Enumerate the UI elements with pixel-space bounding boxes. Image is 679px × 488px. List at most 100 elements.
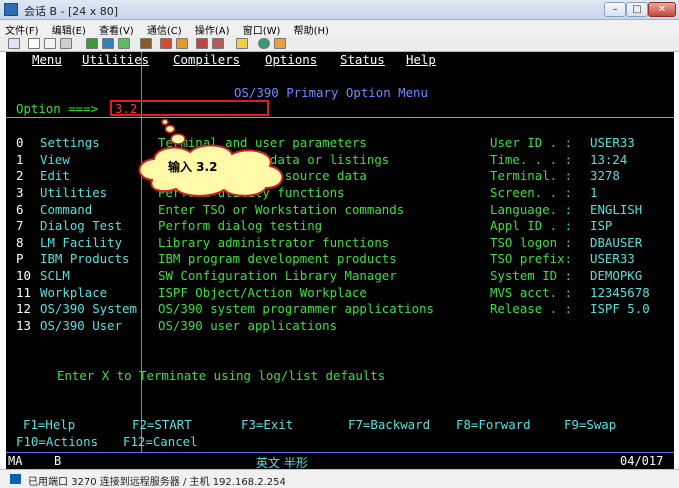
terminal-screen[interactable]: Menu Utilities Compilers Options Status … [6,52,674,452]
option-number: 8 [16,235,24,250]
oia-ma-indicator: MA [8,454,23,468]
option-number: 12 [16,301,31,316]
info-mvs-acct: 12345678 [590,285,650,300]
pf-key-f12[interactable]: F12=Cancel [123,435,198,449]
connect-icon[interactable] [86,38,98,49]
macro-icon[interactable] [140,38,152,49]
menu-file[interactable]: 文件(F) [0,20,44,37]
info-release: ISPF 5.0 [590,301,650,316]
option-number: 6 [16,202,24,217]
print-icon[interactable] [236,38,248,49]
action-utilities[interactable]: Utilities [82,53,149,67]
option-sclm[interactable]: SCLM [40,269,70,283]
pf-key-f3[interactable]: F3=Exit [241,418,293,432]
pf-key-f2[interactable]: F2=START [132,418,192,432]
info-label: System ID : [490,268,573,283]
option-number: 3 [16,185,24,200]
option-description: OS/390 user applications [158,318,338,333]
info-label: Language. : [490,202,573,217]
info-label: Time. . . : [490,152,573,167]
info-label: User ID . : [490,135,573,150]
menu-window[interactable]: 窗口(W) [238,20,286,37]
option-description: Library administrator functions [158,235,390,250]
option-number: 1 [16,152,24,167]
action-status[interactable]: Status [340,53,385,67]
info-time: 13:24 [590,152,628,167]
option-edit[interactable]: Edit [40,169,70,183]
pf-key-f9[interactable]: F9=Swap [564,418,616,432]
option-lm-facility[interactable]: LM Facility [40,236,122,250]
info-tso-logon: DBAUSER [590,235,643,250]
record-macro-icon[interactable] [196,38,208,49]
annotation-callout-text: 输入 3.2 [168,160,218,174]
copy-icon[interactable] [28,38,40,49]
minimize-button[interactable]: – [604,2,626,17]
pf-key-f7[interactable]: F7=Backward [348,418,430,432]
menu-communication[interactable]: 通信(C) [142,20,187,37]
menu-edit[interactable]: 编辑(E) [47,20,91,37]
connection-icon [10,474,21,484]
globe-icon[interactable] [258,38,270,49]
action-menu[interactable]: Menu [32,53,62,67]
menu-actions[interactable]: 操作(A) [190,20,235,37]
info-appl-id: ISP [590,218,613,233]
toolbar [0,36,679,52]
option-os390-system[interactable]: OS/390 System [40,302,137,316]
option-dialog-test[interactable]: Dialog Test [40,219,122,233]
maximize-button[interactable]: □ [626,2,648,17]
option-description: SW Configuration Library Manager [158,268,397,283]
option-ibm-products[interactable]: IBM Products [40,252,130,266]
status-text: 已用端口 3270 连接到远程服务器 / 主机 192.168.2.254 [28,477,286,488]
info-label: MVS acct. : [490,285,573,300]
info-terminal: 3278 [590,168,620,183]
option-description: Enter TSO or Workstation commands [158,202,405,217]
option-workplace[interactable]: Workplace [40,286,107,300]
option-view[interactable]: View [40,153,70,167]
send-file-icon[interactable] [160,38,172,49]
terminal-app-icon [4,3,18,16]
option-number: 13 [16,318,31,333]
option-os390-user[interactable]: OS/390 User [40,319,122,333]
settings-icon[interactable] [274,38,286,49]
window-title: 会话 B - [24 x 80] [24,5,119,18]
action-compilers[interactable]: Compilers [173,53,240,67]
info-label: Release . : [490,301,573,316]
option-number: 2 [16,168,24,183]
cut-icon[interactable] [60,38,72,49]
info-label: Screen. . : [490,185,573,200]
pf-key-f1[interactable]: F1=Help [23,418,75,432]
action-options[interactable]: Options [265,53,317,67]
option-description: ISPF Object/Action Workplace [158,285,367,300]
close-button[interactable]: ✕ [648,2,676,17]
info-screen: 1 [590,185,598,200]
option-description: Perform dialog testing [158,218,323,233]
status-bar: 已用端口 3270 连接到远程服务器 / 主机 192.168.2.254 [0,469,679,488]
action-help[interactable]: Help [406,53,436,67]
info-label: TSO prefix: [490,251,573,266]
option-number: 11 [16,285,31,300]
info-label: TSO logon : [490,235,573,250]
oia-session-id: B [54,454,62,468]
paste-icon[interactable] [44,38,56,49]
title-bar: 会话 B - [24 x 80] – □ ✕ [0,0,679,20]
oia-cursor-position: 04/017 [620,454,664,468]
option-number: 0 [16,135,24,150]
option-description: OS/390 system programmer applications [158,301,435,316]
option-prompt: Option ===> [16,101,99,116]
pf-key-f10[interactable]: F10=Actions [16,435,98,449]
info-language: ENGLISH [590,202,643,217]
operator-information-area: MA B 英文 半形 04/017 [6,452,674,470]
keyboard-icon[interactable] [118,38,130,49]
option-command[interactable]: Command [40,203,92,217]
menu-bar: 文件(F) 编辑(E) 查看(V) 通信(C) 操作(A) 窗口(W) 帮助(H… [0,20,679,37]
new-session-icon[interactable] [8,38,20,49]
disconnect-icon[interactable] [102,38,114,49]
receive-file-icon[interactable] [176,38,188,49]
menu-view[interactable]: 查看(V) [94,20,139,37]
play-macro-icon[interactable] [212,38,224,49]
option-settings[interactable]: Settings [40,136,100,150]
pf-key-f8[interactable]: F8=Forward [456,418,531,432]
panel-title: OS/390 Primary Option Menu [234,85,428,100]
option-utilities[interactable]: Utilities [40,186,107,200]
menu-help[interactable]: 帮助(H) [289,20,334,37]
